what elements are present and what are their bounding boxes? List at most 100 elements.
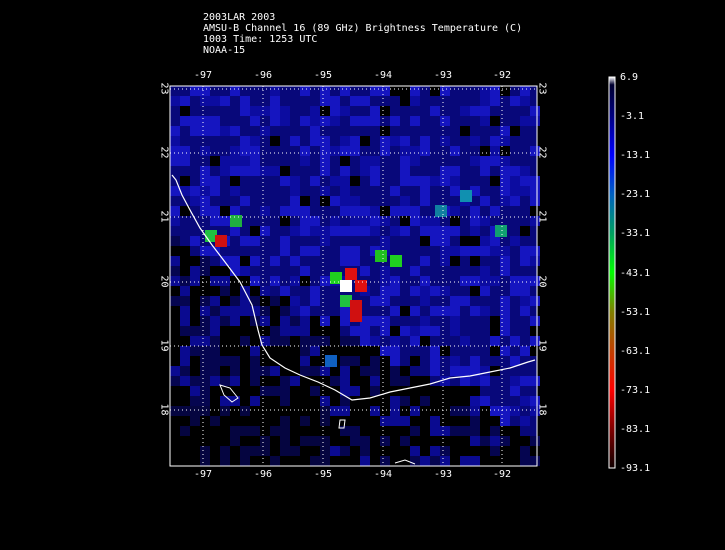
field-cell [320, 136, 330, 146]
field-cell [260, 406, 270, 416]
field-cell [510, 406, 520, 416]
colorbar [608, 76, 616, 469]
field-cell [480, 366, 490, 376]
field-cell [420, 296, 430, 306]
field-cell [170, 346, 180, 356]
field-cell [450, 416, 460, 426]
field-cell [350, 346, 360, 356]
field-cell [200, 266, 210, 276]
field-cell [360, 446, 370, 456]
field-cell [230, 346, 240, 356]
field-cell [220, 356, 230, 366]
field-cell [230, 416, 240, 426]
colorbar-label: -3.1 [620, 111, 645, 123]
field-cell [480, 276, 490, 286]
field-cell [260, 416, 270, 426]
lon-tick-label-top: -94 [374, 70, 393, 81]
field-cell [210, 436, 220, 446]
field-cell [320, 366, 330, 376]
field-cell [170, 386, 180, 396]
field-cell [250, 136, 260, 146]
field-cell [440, 86, 450, 96]
field-cell [460, 126, 470, 136]
field-cell [210, 266, 220, 276]
field-cell [270, 346, 280, 356]
field-cell [510, 176, 520, 186]
field-cell [210, 96, 220, 106]
field-cell [310, 366, 320, 376]
field-cell [290, 426, 300, 436]
field-cell [440, 416, 450, 426]
field-cell [440, 386, 450, 396]
field-cell [210, 426, 220, 436]
field-cell [370, 166, 380, 176]
field-cell [280, 446, 290, 456]
field-cell [300, 356, 310, 366]
field-cell [450, 446, 460, 456]
field-cell [260, 446, 270, 456]
field-cell [450, 166, 460, 176]
field-cell [310, 416, 320, 426]
field-cell [190, 446, 200, 456]
field-cell [240, 366, 250, 376]
field-cell [230, 86, 240, 96]
field-cell [290, 206, 300, 216]
field-cell [400, 416, 410, 426]
field-cell [370, 456, 380, 466]
field-cell [500, 316, 510, 326]
field-cell [290, 196, 300, 206]
field-cell [340, 146, 350, 156]
field-cell [460, 366, 470, 376]
field-cell [380, 366, 390, 376]
field-cell [420, 436, 430, 446]
field-cell [220, 306, 230, 316]
field-cell [270, 326, 280, 336]
field-cell [530, 316, 540, 326]
field-cell [320, 86, 330, 96]
field-cell [420, 286, 430, 296]
field-anomaly [230, 215, 242, 227]
field-cell [340, 446, 350, 456]
field-cell [390, 326, 400, 336]
field-cell [470, 456, 480, 466]
field-cell [460, 236, 470, 246]
field-cell [480, 446, 490, 456]
field-cell [470, 286, 480, 296]
field-cell [480, 406, 490, 416]
field-cell [190, 386, 200, 396]
field-cell [190, 116, 200, 126]
field-cell [220, 276, 230, 286]
field-cell [260, 456, 270, 466]
field-cell [470, 426, 480, 436]
field-cell [180, 176, 190, 186]
field-cell [280, 346, 290, 356]
field-cell [390, 356, 400, 366]
field-cell [330, 336, 340, 346]
field-cell [380, 266, 390, 276]
field-cell [440, 226, 450, 236]
field-cell [280, 216, 290, 226]
field-cell [470, 246, 480, 256]
field-cell [230, 206, 240, 216]
field-cell [350, 426, 360, 436]
field-cell [250, 146, 260, 156]
field-cell [180, 336, 190, 346]
field-cell [450, 396, 460, 406]
field-cell [230, 326, 240, 336]
field-cell [360, 226, 370, 236]
field-cell [200, 206, 210, 216]
field-cell [210, 286, 220, 296]
field-cell [450, 146, 460, 156]
field-cell [330, 326, 340, 336]
field-cell [170, 406, 180, 416]
field-cell [510, 286, 520, 296]
field-cell [300, 446, 310, 456]
field-cell [500, 436, 510, 446]
field-cell [200, 126, 210, 136]
field-cell [290, 406, 300, 416]
field-cell [280, 456, 290, 466]
field-cell [410, 446, 420, 456]
field-cell [350, 336, 360, 346]
field-cell [220, 216, 230, 226]
field-cell [520, 246, 530, 256]
